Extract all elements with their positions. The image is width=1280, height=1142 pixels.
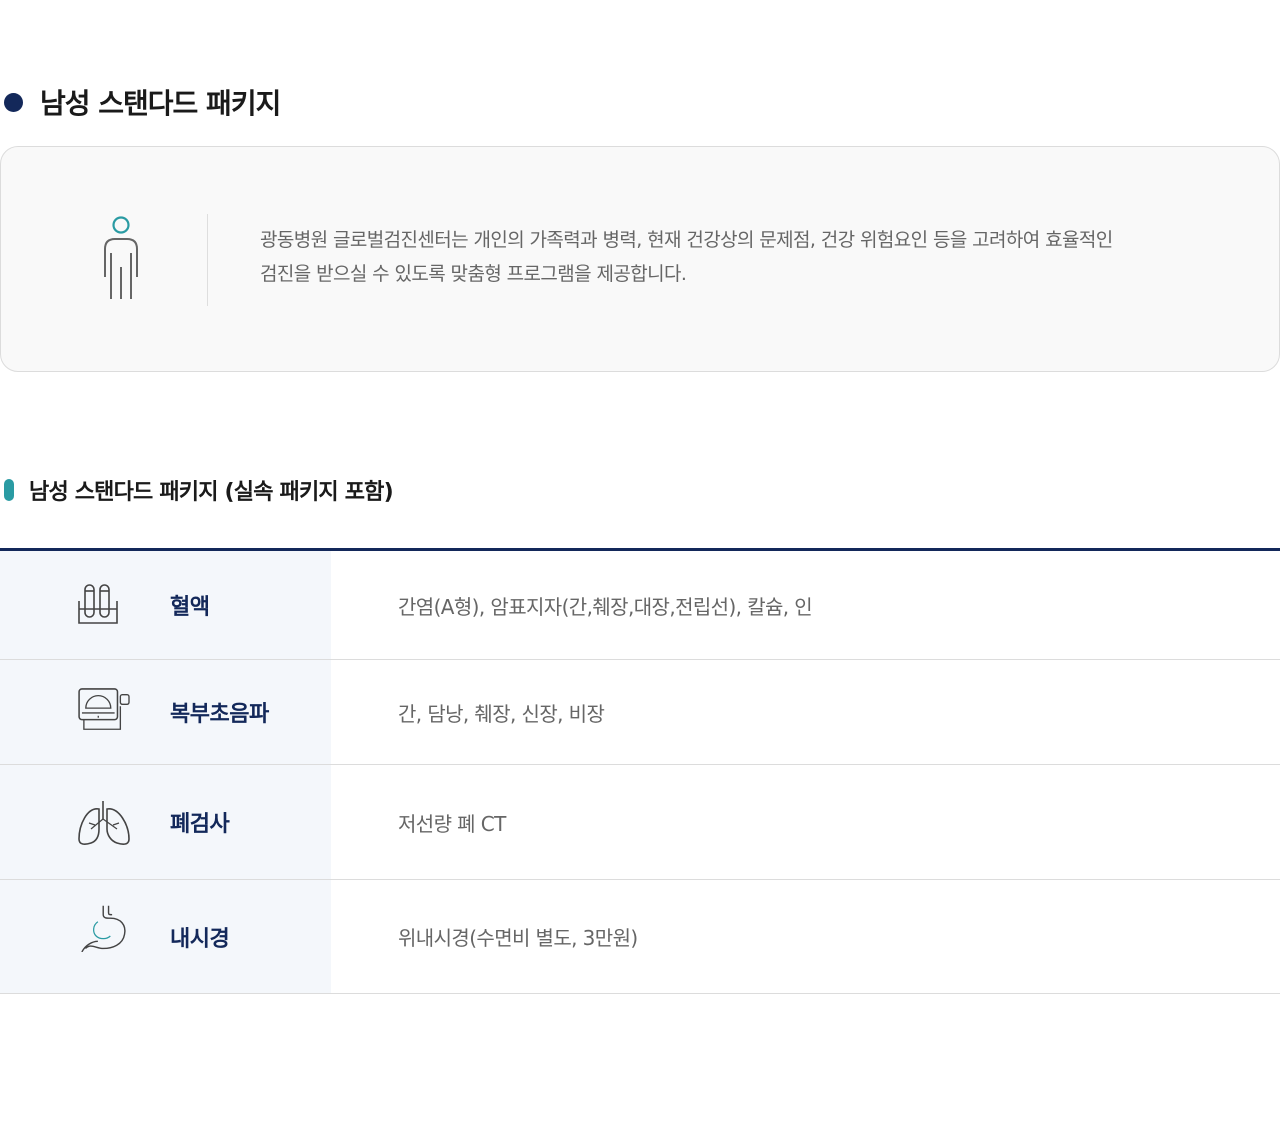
intro-divider xyxy=(207,214,208,306)
table-row: 복부초음파 간, 담낭, 췌장, 신장, 비장 xyxy=(0,660,1280,765)
section-header: 남성 스탠다드 패키지 xyxy=(0,80,281,124)
stomach-icon xyxy=(81,905,126,952)
test-tube-icon xyxy=(78,584,118,624)
table-row: 혈액 간염(A형), 암표지자(간,췌장,대장,전립선), 칼슘, 인 xyxy=(0,551,1280,660)
row-label: 혈액 xyxy=(170,595,210,620)
row-header: 복부초음파 xyxy=(0,660,331,764)
row-label: 복부초음파 xyxy=(170,702,269,727)
accent-bar-icon xyxy=(4,479,14,501)
row-label: 내시경 xyxy=(170,926,230,952)
row-value: 간, 담낭, 췌장, 신장, 비장 xyxy=(398,701,605,726)
row-value: 위내시경(수면비 별도, 3만원) xyxy=(398,926,638,950)
person-icon xyxy=(104,216,138,299)
table-row: 폐검사 저선량 폐 CT xyxy=(0,765,1280,880)
section-title: 남성 스탠다드 패키지 xyxy=(40,87,281,120)
lungs-icon xyxy=(78,801,130,845)
row-header: 내시경 xyxy=(0,880,331,993)
package-title: 남성 스탠다드 패키지 (실속 패키지 포함) xyxy=(29,480,394,505)
table-row: 내시경 위내시경(수면비 별도, 3만원) xyxy=(0,880,1280,994)
page: 남성 스탠다드 패키지 광동병원 글로벌검진센터는 개인의 가족력과 병력, 현… xyxy=(0,0,1280,1142)
row-header: 혈액 xyxy=(0,551,331,659)
row-label: 폐검사 xyxy=(170,812,230,837)
row-value: 저선량 폐 CT xyxy=(398,811,506,836)
ultrasound-icon xyxy=(78,688,130,730)
intro-line-1: 광동병원 글로벌검진센터는 개인의 가족력과 병력, 현재 건강상의 문제점, … xyxy=(260,229,1113,251)
row-header: 폐검사 xyxy=(0,765,331,879)
package-header: 남성 스탠다드 패키지 (실속 패키지 포함) xyxy=(0,472,394,508)
bullet-dot-icon xyxy=(4,92,23,112)
intro-line-2: 검진을 받으실 수 있도록 맞춤형 프로그램을 제공합니다. xyxy=(260,263,687,285)
intro-description: 광동병원 글로벌검진센터는 개인의 가족력과 병력, 현재 건강상의 문제점, … xyxy=(260,223,1220,291)
row-value: 간염(A형), 암표지자(간,췌장,대장,전립선), 칼슘, 인 xyxy=(398,594,813,619)
package-table: 혈액 간염(A형), 암표지자(간,췌장,대장,전립선), 칼슘, 인 복부초음… xyxy=(0,548,1280,994)
intro-box: 광동병원 글로벌검진센터는 개인의 가족력과 병력, 현재 건강상의 문제점, … xyxy=(0,146,1280,372)
